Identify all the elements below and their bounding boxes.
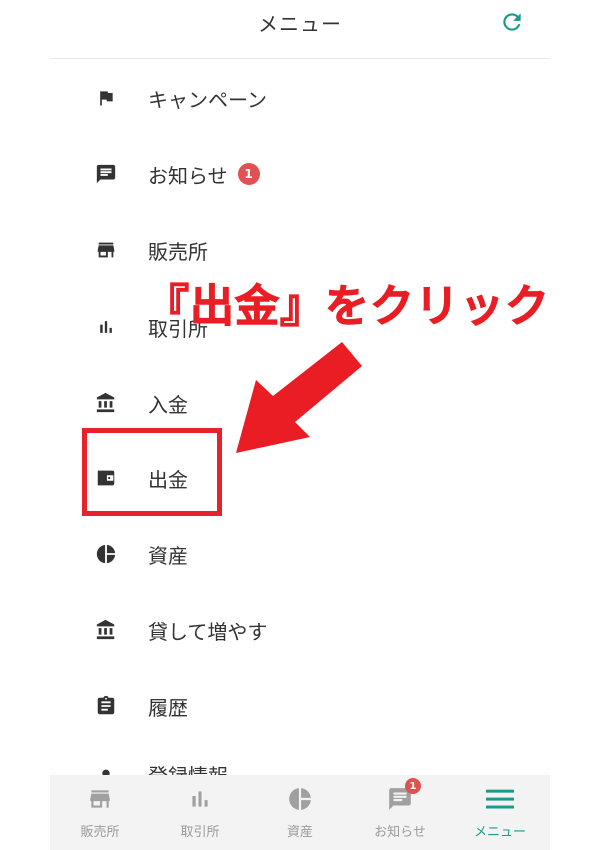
bar-chart-icon — [95, 316, 117, 338]
nav-item-assets[interactable]: 資産 — [250, 775, 350, 850]
menu-item-campaign[interactable]: キャンペーン — [95, 78, 267, 118]
menu-item-account[interactable]: 登録情報 — [95, 756, 228, 776]
nav-item-news[interactable]: 1 お知らせ — [350, 775, 450, 850]
menu-icon — [486, 785, 514, 813]
flag-icon — [95, 87, 117, 109]
annotation-text: 『出金』をクリック — [145, 281, 550, 333]
bank-icon — [95, 392, 117, 414]
account-icon — [95, 756, 117, 776]
refresh-icon[interactable] — [499, 9, 525, 35]
menu-item-history[interactable]: 履歴 — [95, 686, 188, 726]
bank-icon — [95, 619, 117, 641]
nav-label: メニュー — [473, 825, 526, 840]
message-icon — [95, 163, 117, 185]
menu-item-label: 入金 — [148, 392, 188, 417]
nav-label: お知らせ — [374, 825, 426, 840]
menu-item-assets[interactable]: 資産 — [95, 534, 188, 574]
notification-badge: 1 — [237, 163, 260, 185]
nav-label: 取引所 — [180, 825, 220, 840]
menu-item-label: 資産 — [148, 543, 188, 568]
page-title: メニュー — [258, 12, 342, 36]
notification-badge: 1 — [405, 778, 421, 794]
store-icon — [86, 785, 114, 813]
highlight-box — [82, 428, 222, 516]
menu-item-label: 販売所 — [148, 239, 208, 264]
menu-item-lending[interactable]: 貸して増やす — [95, 610, 267, 650]
menu-item-label: キャンペーン — [148, 87, 267, 112]
annotation-arrow — [236, 342, 362, 453]
nav-label: 資産 — [286, 825, 313, 840]
menu-item-store[interactable]: 販売所 — [95, 230, 208, 270]
nav-label: 販売所 — [80, 825, 120, 840]
menu-item-label: 貸して増やす — [148, 619, 268, 644]
bar-chart-icon — [186, 785, 214, 813]
nav-item-store[interactable]: 販売所 — [50, 775, 150, 850]
message-icon: 1 — [386, 778, 421, 813]
bottom-nav: 販売所 取引所 資産 1 お知らせ メニュー — [50, 775, 550, 850]
pie-chart-icon — [95, 543, 117, 565]
menu-item-label: お知らせ — [148, 163, 228, 188]
nav-item-menu[interactable]: メニュー — [450, 775, 550, 850]
menu-item-label: 履歴 — [148, 695, 188, 720]
menu-item-deposit[interactable]: 入金 — [95, 383, 188, 423]
menu-item-label: 登録情報 — [148, 764, 228, 776]
header: メニュー — [50, 0, 550, 59]
store-icon — [95, 239, 117, 261]
clipboard-icon — [95, 695, 117, 717]
pie-chart-icon — [286, 785, 314, 813]
nav-item-exchange[interactable]: 取引所 — [150, 775, 250, 850]
menu-item-news[interactable]: お知らせ 1 — [95, 154, 260, 194]
